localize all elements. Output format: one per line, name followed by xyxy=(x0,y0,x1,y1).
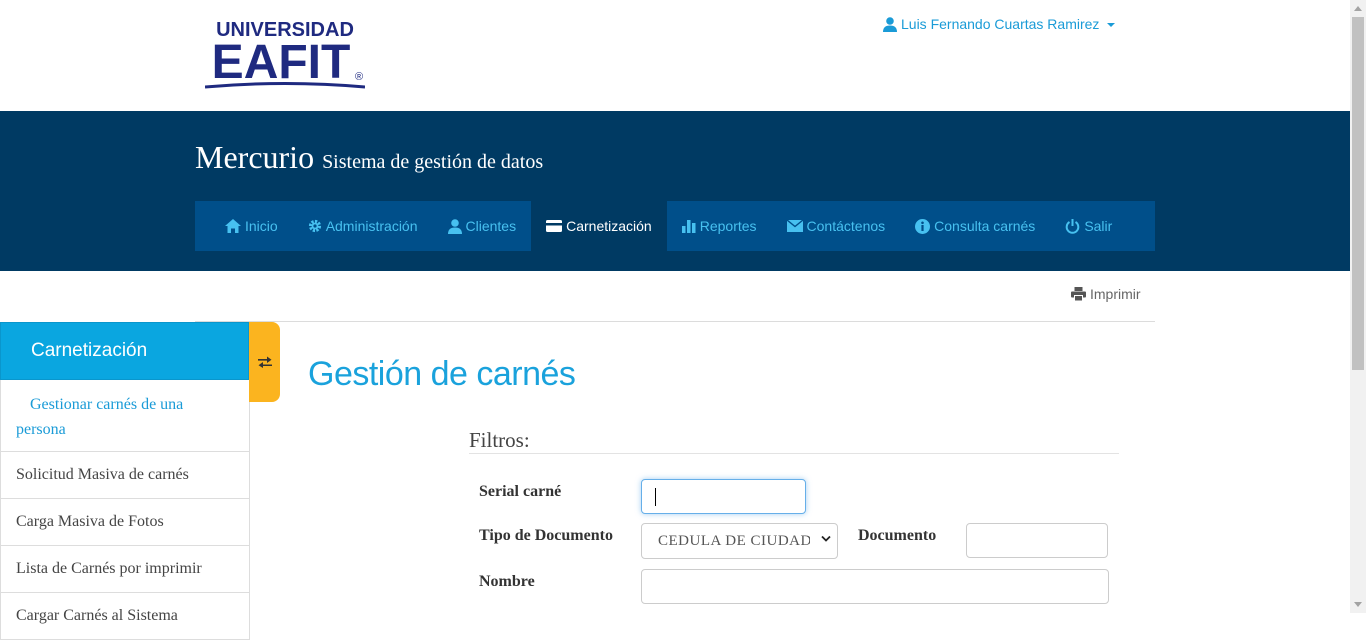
document-label: Documento xyxy=(858,527,937,544)
printer-icon xyxy=(1071,287,1086,301)
swap-arrows-icon xyxy=(257,356,272,368)
sidebar-item-lista-imprimir[interactable]: Lista de Carnés por imprimir xyxy=(0,546,249,593)
app-subtitle: Sistema de gestión de datos xyxy=(322,151,544,173)
scroll-down-icon[interactable] xyxy=(1354,602,1362,607)
nav-label: Contáctenos xyxy=(806,218,886,234)
nav-label: Administración xyxy=(325,218,418,234)
main-nav: Inicio Administración Clientes Carnetiza… xyxy=(195,201,1155,251)
user-name: Luis Fernando Cuartas Ramirez xyxy=(901,16,1100,32)
nav-label: Carnetización xyxy=(566,218,652,234)
nav-clientes[interactable]: Clientes xyxy=(433,201,532,251)
user-icon xyxy=(447,218,462,234)
app-name: Mercurio xyxy=(195,139,315,175)
nav-label: Inicio xyxy=(245,218,278,234)
serial-label: Serial carné xyxy=(479,483,562,500)
page-title: Gestión de carnés xyxy=(308,355,576,393)
nav-label: Reportes xyxy=(699,218,757,234)
chevron-down-icon xyxy=(821,535,831,542)
sidebar: Carnetización Gestionar carnés de una pe… xyxy=(0,322,250,640)
info-icon xyxy=(915,218,931,234)
nav-salir[interactable]: Salir xyxy=(1050,201,1127,251)
divider xyxy=(195,321,1155,322)
nav-consulta-carnes[interactable]: Consulta carnés xyxy=(900,201,1050,251)
home-icon xyxy=(225,219,241,233)
chevron-down-icon xyxy=(1107,23,1116,27)
text-cursor xyxy=(655,488,656,506)
sidebar-item-cargar-sistema[interactable]: Cargar Carnés al Sistema xyxy=(0,593,249,640)
user-menu[interactable]: Luis Fernando Cuartas Ramirez xyxy=(883,16,1116,32)
app-title: Mercurio Sistema de gestión de datos xyxy=(195,139,543,176)
nav-label: Salir xyxy=(1084,218,1113,234)
nav-carnetizacion[interactable]: Carnetización xyxy=(531,201,667,251)
print-label: Imprimir xyxy=(1090,286,1141,302)
logo-registered: ® xyxy=(355,71,363,83)
filters-divider xyxy=(469,453,1119,454)
bar-chart-icon xyxy=(681,219,696,233)
print-button[interactable]: Imprimir xyxy=(1071,286,1141,302)
eafit-logo[interactable]: UNIVERSIDAD EAFIT ® xyxy=(205,18,365,90)
name-input[interactable] xyxy=(641,569,1109,604)
doc-type-label: Tipo de Documento xyxy=(479,527,613,544)
sidebar-item-carga-fotos[interactable]: Carga Masiva de Fotos xyxy=(0,499,249,546)
nav-label: Consulta carnés xyxy=(934,218,1036,234)
nav-administracion[interactable]: Administración xyxy=(293,201,433,251)
nav-reportes[interactable]: Reportes xyxy=(667,201,772,251)
sidebar-item-solicitud-masiva[interactable]: Solicitud Masiva de carnés xyxy=(0,452,249,499)
filters-title: Filtros: xyxy=(469,428,530,452)
scroll-up-icon[interactable] xyxy=(1354,6,1362,11)
user-icon xyxy=(883,16,897,32)
scrollbar-thumb[interactable] xyxy=(1352,17,1364,370)
nav-contactenos[interactable]: Contáctenos xyxy=(772,201,901,251)
document-input[interactable] xyxy=(966,523,1108,558)
doc-type-select[interactable]: CEDULA DE CIUDADANIA xyxy=(641,523,838,559)
sidebar-title: Carnetización xyxy=(0,322,249,380)
card-icon xyxy=(546,220,563,232)
logo-line2: EAFIT xyxy=(212,36,351,89)
doc-type-value: CEDULA DE CIUDADANIA xyxy=(658,533,810,549)
nav-label: Clientes xyxy=(465,218,517,234)
power-icon xyxy=(1066,218,1080,234)
serial-input[interactable] xyxy=(641,479,806,514)
gear-icon xyxy=(308,219,321,233)
envelope-icon xyxy=(786,220,803,232)
sidebar-toggle[interactable] xyxy=(249,322,280,402)
nav-inicio[interactable]: Inicio xyxy=(195,201,293,251)
name-label: Nombre xyxy=(479,573,535,590)
sidebar-item-gestionar[interactable]: Gestionar carnés de una persona xyxy=(0,380,249,452)
